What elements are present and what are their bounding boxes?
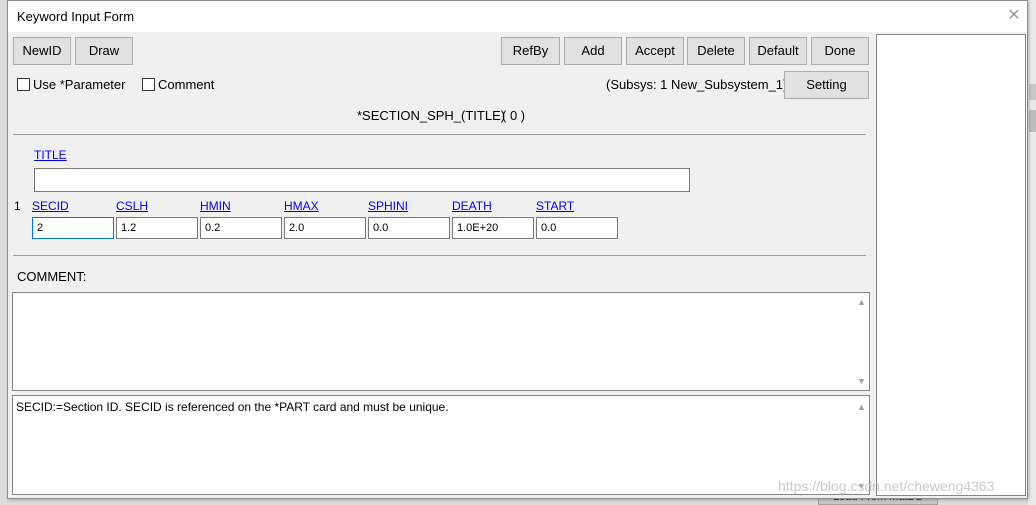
start-label[interactable]: START bbox=[536, 199, 574, 213]
hmin-input[interactable]: 0.2 bbox=[200, 217, 282, 239]
death-label[interactable]: DEATH bbox=[452, 199, 492, 213]
comment-label: COMMENT: bbox=[17, 269, 87, 284]
keyword-input-form-window: Keyword Input Form ✕ NewID Draw RefBy Ad… bbox=[7, 0, 1028, 499]
refby-button[interactable]: RefBy bbox=[501, 37, 560, 65]
keyword-count: ( 0 ) bbox=[502, 108, 526, 123]
comment-checkbox[interactable] bbox=[142, 78, 155, 91]
newid-button[interactable]: NewID bbox=[13, 37, 71, 65]
scroll-up-icon[interactable]: ▲ bbox=[854, 296, 869, 308]
sphini-input[interactable]: 0.0 bbox=[368, 217, 450, 239]
use-parameter-label: Use *Parameter bbox=[33, 77, 126, 92]
scroll-up-icon[interactable]: ▲ bbox=[854, 401, 869, 413]
divider bbox=[13, 255, 866, 256]
draw-button[interactable]: Draw bbox=[75, 37, 133, 65]
scroll-down-icon[interactable]: ▼ bbox=[854, 375, 869, 387]
done-button[interactable]: Done bbox=[811, 37, 869, 65]
title-field-label[interactable]: TITLE bbox=[34, 148, 67, 162]
cslh-label[interactable]: CSLH bbox=[116, 199, 148, 213]
title-input[interactable] bbox=[34, 168, 690, 192]
sphini-label[interactable]: SPHINI bbox=[368, 199, 408, 213]
add-button[interactable]: Add bbox=[564, 37, 622, 65]
divider bbox=[13, 134, 866, 135]
setting-button[interactable]: Setting bbox=[784, 71, 869, 99]
delete-button[interactable]: Delete bbox=[687, 37, 745, 65]
hmin-label[interactable]: HMIN bbox=[200, 199, 231, 213]
hmax-label[interactable]: HMAX bbox=[284, 199, 319, 213]
keyword-name: *SECTION_SPH_(TITLE) bbox=[357, 108, 506, 123]
default-button[interactable]: Default bbox=[749, 37, 807, 65]
side-panel[interactable] bbox=[876, 34, 1026, 496]
background-tab bbox=[1029, 84, 1036, 100]
title-bar: Keyword Input Form ✕ bbox=[8, 1, 1027, 32]
card-row-number: 1 bbox=[14, 199, 21, 213]
start-input[interactable]: 0.0 bbox=[536, 217, 618, 239]
cslh-input[interactable]: 1.2 bbox=[116, 217, 198, 239]
window-title: Keyword Input Form bbox=[17, 9, 135, 24]
background-app-strip bbox=[1028, 0, 1036, 505]
accept-button[interactable]: Accept bbox=[626, 37, 684, 65]
background-tab bbox=[1029, 110, 1036, 132]
help-textarea[interactable]: SECID:=Section ID. SECID is referenced o… bbox=[12, 395, 870, 495]
comment-textarea[interactable] bbox=[12, 292, 870, 391]
secid-input[interactable]: 2 bbox=[32, 217, 114, 239]
secid-label[interactable]: SECID bbox=[32, 199, 69, 213]
death-input[interactable]: 1.0E+20 bbox=[452, 217, 534, 239]
subsystem-label: (Subsys: 1 New_Subsystem_1) bbox=[606, 77, 788, 92]
watermark: https://blog.csdn.net/cheweng4363 bbox=[778, 478, 995, 494]
close-icon[interactable]: ✕ bbox=[1004, 6, 1024, 26]
comment-checkbox-label: Comment bbox=[158, 77, 215, 92]
comment-scrollbar[interactable]: ▲ ▼ bbox=[854, 293, 869, 390]
hmax-input[interactable]: 2.0 bbox=[284, 217, 366, 239]
use-parameter-checkbox[interactable] bbox=[17, 78, 30, 91]
